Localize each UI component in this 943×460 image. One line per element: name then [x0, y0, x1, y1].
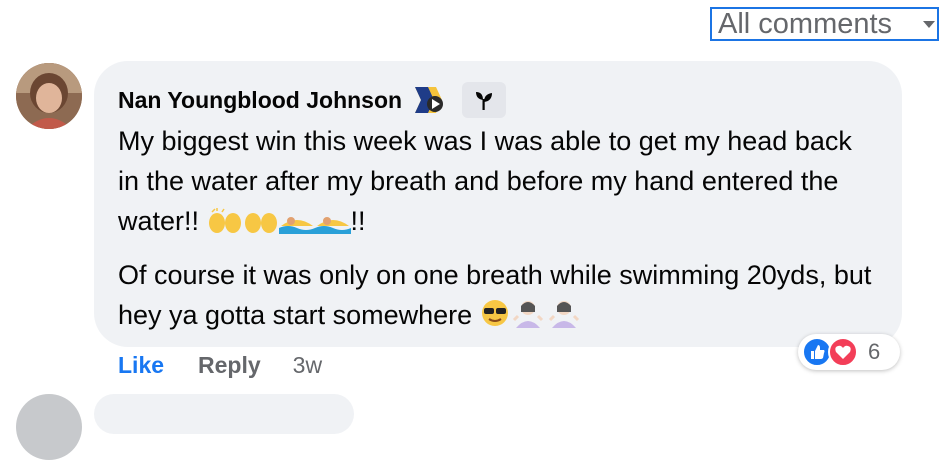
raising-hands-emoji-icon — [207, 205, 243, 245]
reaction-count: 6 — [868, 339, 881, 364]
chevron-down-icon — [923, 21, 935, 28]
comment-paragraph-1: My biggest win this week was I was able … — [118, 121, 878, 245]
love-reaction-icon — [828, 337, 858, 367]
reply-button[interactable]: Reply — [198, 352, 261, 379]
avatar[interactable] — [16, 63, 82, 129]
comment-paragraph-2: Of course it was only on one breath whil… — [118, 255, 878, 339]
new-member-badge[interactable] — [462, 82, 507, 118]
sprout-icon — [476, 92, 493, 110]
like-button[interactable]: Like — [118, 352, 164, 379]
sunglasses-emoji-icon — [480, 298, 510, 339]
reaction-summary[interactable]: 6 — [798, 334, 900, 370]
next-comment-avatar[interactable] — [16, 394, 82, 460]
comment-filter-dropdown[interactable]: All comments — [710, 7, 939, 41]
person-tipping-hand-emoji-icon — [510, 298, 546, 339]
comment-text-1-suffix: !! — [350, 206, 366, 236]
comment-header: Nan Youngblood Johnson — [118, 82, 507, 118]
swimmer-emoji-icon — [314, 205, 351, 245]
person-tipping-hand-emoji-icon — [546, 298, 582, 339]
filter-label: All comments — [718, 7, 893, 40]
next-comment-bubble — [94, 394, 354, 434]
author-name[interactable]: Nan Youngblood Johnson — [118, 87, 402, 114]
swimmer-emoji-icon — [278, 205, 315, 245]
top-fan-badge-icon[interactable] — [412, 83, 446, 117]
comment-actions: Like Reply 3w — [118, 352, 322, 379]
raising-hands-emoji-icon — [243, 205, 279, 245]
comment-timestamp[interactable]: 3w — [293, 352, 322, 379]
